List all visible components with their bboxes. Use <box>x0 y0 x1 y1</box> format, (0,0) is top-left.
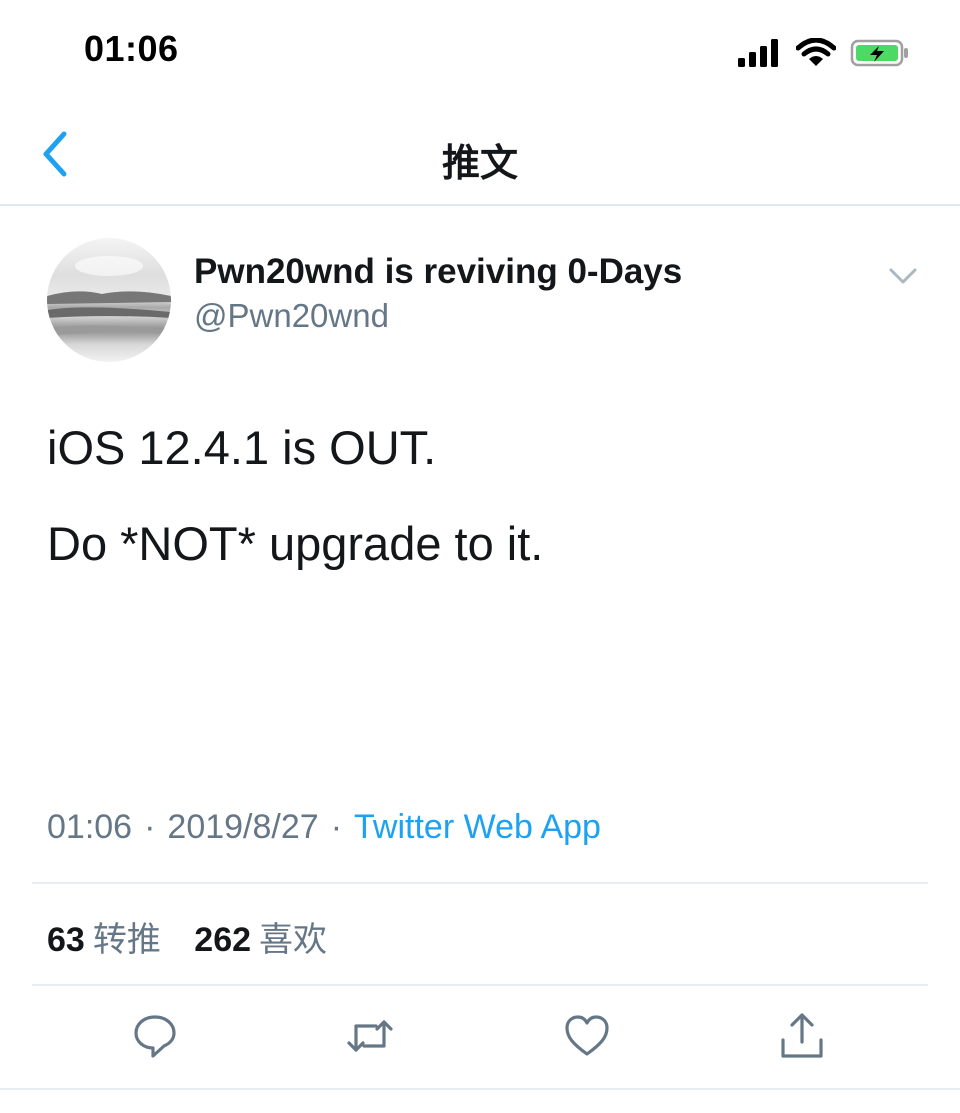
navigation-bar: 推文 <box>0 100 960 206</box>
tweet-meta: 01:06 · 2019/8/27 · Twitter Web App <box>47 808 601 847</box>
tweet-detail-screen: 01:06 推文 Pwn20wnd is reviving 0-Days @Pw… <box>0 0 960 1113</box>
tweet-date: 2019/8/27 <box>167 808 319 846</box>
tweet-text-line: iOS 12.4.1 is OUT. <box>47 421 437 474</box>
battery-charging-icon <box>850 39 908 67</box>
status-time: 01:06 <box>84 28 179 69</box>
divider <box>32 882 928 884</box>
status-bar: 01:06 <box>0 0 960 100</box>
tweet-text: iOS 12.4.1 is OUT. Do *NOT* upgrade to i… <box>47 418 927 610</box>
tweet-action-bar <box>0 1012 960 1068</box>
retweets-stat[interactable]: 63 转推 <box>47 921 161 959</box>
likes-stat[interactable]: 262 喜欢 <box>194 921 327 959</box>
avatar[interactable] <box>47 238 171 362</box>
likes-count: 262 <box>194 921 252 959</box>
retweets-label: 转推 <box>92 921 161 959</box>
tweet-time: 01:06 <box>47 808 133 846</box>
reply-icon[interactable] <box>131 1012 179 1060</box>
meta-separator: · <box>144 808 156 846</box>
wifi-icon <box>796 38 836 66</box>
divider <box>32 984 928 986</box>
heart-icon[interactable] <box>563 1012 611 1060</box>
tweet-source-link[interactable]: Twitter Web App <box>354 808 601 846</box>
divider <box>0 1088 960 1090</box>
chevron-down-icon[interactable] <box>888 264 918 288</box>
share-icon[interactable] <box>778 1012 826 1060</box>
retweet-icon[interactable] <box>346 1012 394 1060</box>
tweet-text-line: Do *NOT* upgrade to it. <box>47 517 544 570</box>
meta-separator: · <box>330 808 343 846</box>
display-name[interactable]: Pwn20wnd is reviving 0-Days <box>194 252 682 292</box>
cellular-signal-icon <box>738 39 778 67</box>
retweets-count: 63 <box>47 921 85 959</box>
landscape-avatar-image <box>47 256 171 336</box>
likes-label: 喜欢 <box>259 921 328 959</box>
user-handle[interactable]: @Pwn20wnd <box>194 297 389 335</box>
status-icons <box>736 36 910 70</box>
tweet-stats: 63 转推 262 喜欢 <box>47 912 351 961</box>
page-title: 推文 <box>441 143 518 185</box>
